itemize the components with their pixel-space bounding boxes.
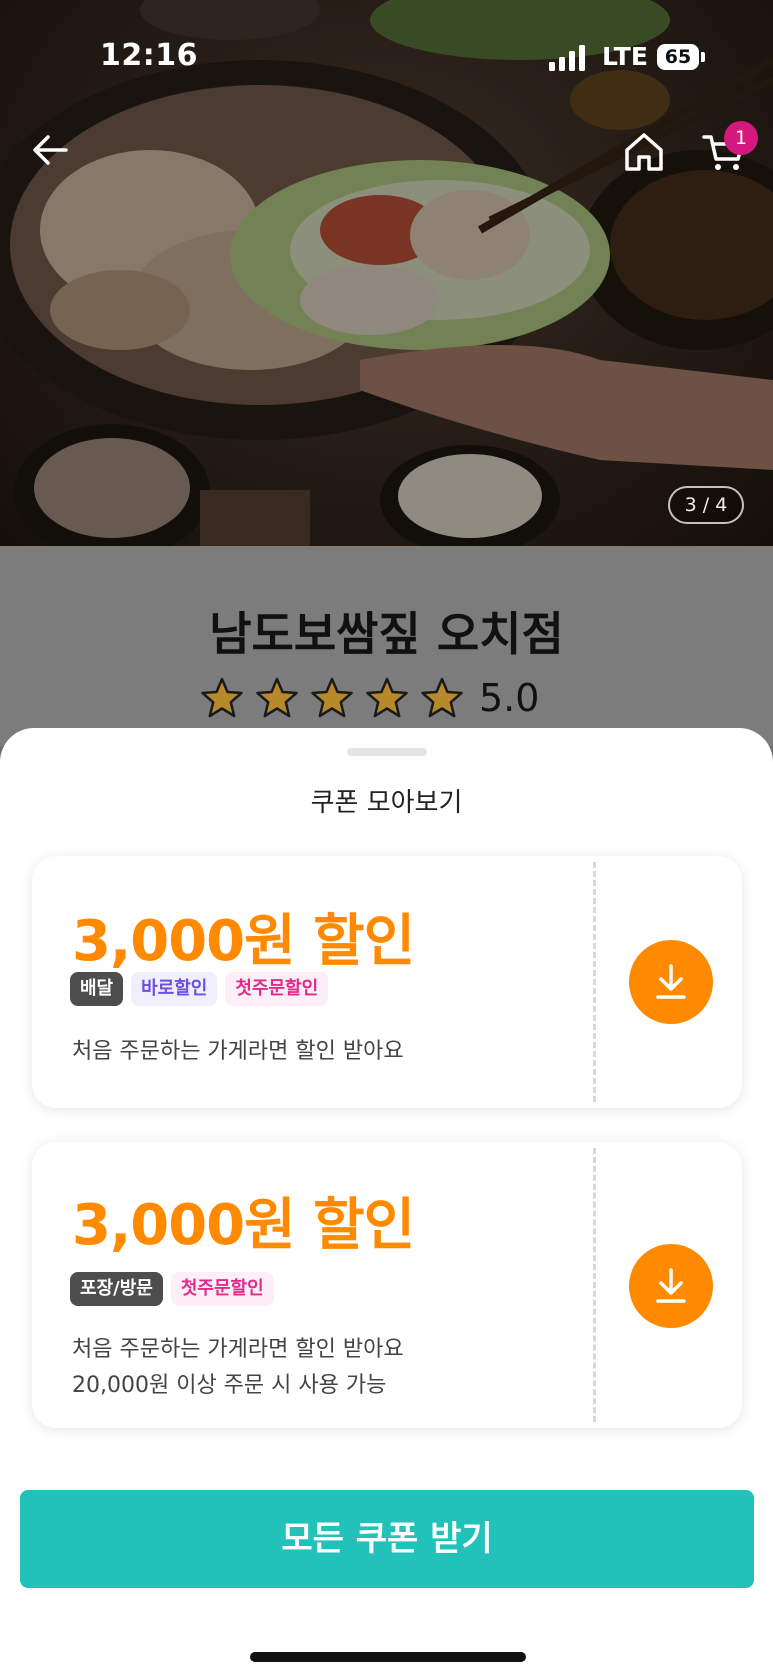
tag-pickup: 포장/방문 (70, 1272, 163, 1306)
download-icon (656, 964, 686, 999)
network-type: LTE (602, 42, 648, 71)
star-icon (366, 677, 408, 718)
store-name: 남도보쌈짚 오치점 (209, 607, 564, 661)
rating-row: 5.0 (200, 676, 539, 720)
download-coupon-button[interactable] (629, 940, 713, 1024)
tag-delivery: 배달 (70, 972, 124, 1006)
star-icon (421, 677, 463, 718)
back-arrow-icon[interactable] (30, 130, 70, 170)
star-icon (201, 677, 243, 718)
store-info: 남도보쌈짚 오치점 5.0 (0, 546, 773, 746)
status-bar: 12:16 LTE 65 (0, 0, 773, 116)
coupon-tags: 배달 바로할인 첫주문할인 (70, 972, 336, 1006)
tag-first-order: 첫주문할인 (170, 1272, 274, 1306)
coupon-bottom-sheet: 쿠폰 모아보기 3,000원 할인 배달 바로할인 첫주문할인 처음 주문하는 … (0, 728, 773, 1676)
coupon-desc-line: 처음 주문하는 가게라면 할인 받아요 (72, 1337, 404, 1362)
home-indicator[interactable] (250, 1652, 526, 1662)
gallery-page-indicator: 3 / 4 (668, 486, 744, 524)
coupon-desc-line: 처음 주문하는 가게라면 할인 받아요 (72, 1039, 404, 1064)
download-icon (656, 1268, 686, 1303)
coupon-amount: 3,000원 할인 (72, 1193, 415, 1258)
download-coupon-button[interactable] (629, 1244, 713, 1328)
battery-icon: 65 (657, 44, 705, 70)
star-icon (256, 677, 298, 718)
coupon-card: 3,000원 할인 포장/방문 첫주문할인 처음 주문하는 가게라면 할인 받아… (32, 1142, 742, 1428)
coupon-description: 처음 주문하는 가게라면 할인 받아요 20,000원 이상 주문 시 사용 가… (72, 1332, 404, 1404)
tag-instant-discount: 바로할인 (131, 972, 218, 1006)
coupon-desc-line: 20,000원 이상 주문 시 사용 가능 (72, 1373, 387, 1398)
coupon-tags: 포장/방문 첫주문할인 (70, 1272, 282, 1306)
coupon-card: 3,000원 할인 배달 바로할인 첫주문할인 처음 주문하는 가게라면 할인 … (32, 856, 742, 1108)
coupon-description: 처음 주문하는 가게라면 할인 받아요 (72, 1034, 404, 1070)
cart-count-badge: 1 (724, 121, 758, 155)
sheet-grabber[interactable] (347, 748, 427, 756)
signal-icon (549, 45, 585, 71)
star-icon (311, 677, 353, 718)
coupon-perforation (593, 1148, 596, 1422)
status-time: 12:16 (100, 38, 198, 73)
home-icon[interactable] (622, 130, 666, 174)
coupon-amount: 3,000원 할인 (72, 909, 415, 974)
get-all-coupons-button[interactable]: 모든 쿠폰 받기 (20, 1490, 754, 1588)
sheet-title: 쿠폰 모아보기 (310, 788, 463, 818)
coupon-perforation (593, 862, 596, 1102)
tag-first-order: 첫주문할인 (225, 972, 329, 1006)
rating-value: 5.0 (479, 676, 540, 720)
